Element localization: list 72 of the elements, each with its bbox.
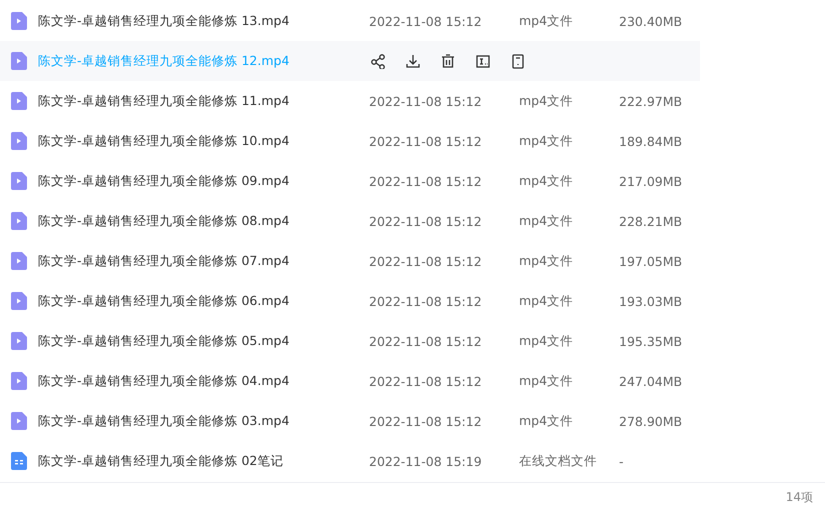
file-type: mp4文件	[519, 372, 574, 390]
file-name: 陈文学-卓越销售经理九项全能修炼 05.mp4	[38, 332, 290, 350]
file-date: 2022-11-08 15:19	[369, 454, 483, 468]
file-type: mp4文件	[519, 172, 574, 190]
file-type: mp4文件	[519, 12, 574, 30]
file-size: 247.04MB	[619, 374, 684, 388]
file-date: 2022-11-08 15:12	[369, 374, 483, 388]
file-size: 193.03MB	[619, 294, 684, 308]
file-size: 197.05MB	[619, 254, 684, 268]
file-row[interactable]: 陈文学-卓越销售经理九项全能修炼 11.mp4 2022-11-08 15:12 mp4文件 222.97MB	[0, 81, 700, 121]
file-size: 278.90MB	[619, 414, 684, 428]
share-icon[interactable]	[369, 52, 387, 70]
file-size: 217.09MB	[619, 174, 684, 188]
video-file-icon	[11, 92, 27, 110]
file-name: 陈文学-卓越销售经理九项全能修炼 03.mp4	[38, 412, 290, 430]
file-type: mp4文件	[519, 412, 574, 430]
file-row[interactable]: 陈文学-卓越销售经理九项全能修炼 07.mp4 2022-11-08 15:12 mp4文件 197.05MB	[0, 241, 700, 281]
file-row[interactable]: 陈文学-卓越销售经理九项全能修炼 02笔记 2022-11-08 15:19 在线文档文件 -	[0, 441, 700, 481]
download-icon[interactable]	[404, 52, 422, 70]
file-row[interactable]: 陈文学-卓越销售经理九项全能修炼 09.mp4 2022-11-08 15:12 mp4文件 217.09MB	[0, 161, 700, 201]
trash-icon[interactable]	[439, 52, 457, 70]
file-row[interactable]: 陈文学-卓越销售经理九项全能修炼 04.mp4 2022-11-08 15:12 mp4文件 247.04MB	[0, 361, 700, 401]
file-name: 陈文学-卓越销售经理九项全能修炼 12.mp4	[38, 52, 290, 70]
video-file-icon	[11, 372, 27, 390]
file-row[interactable]: 陈文学-卓越销售经理九项全能修炼 06.mp4 2022-11-08 15:12 mp4文件 193.03MB	[0, 281, 700, 321]
file-date: 2022-11-08 15:12	[369, 214, 483, 228]
file-name: 陈文学-卓越销售经理九项全能修炼 07.mp4	[38, 252, 290, 270]
file-type: 在线文档文件	[519, 452, 598, 470]
item-count: 14项	[786, 489, 813, 506]
video-file-icon	[11, 252, 27, 270]
file-row[interactable]: 陈文学-卓越销售经理九项全能修炼 05.mp4 2022-11-08 15:12 mp4文件 195.35MB	[0, 321, 700, 361]
video-file-icon	[11, 292, 27, 310]
file-size: -	[619, 454, 625, 468]
file-size: 222.97MB	[619, 94, 684, 108]
file-type: mp4文件	[519, 212, 574, 230]
file-date: 2022-11-08 15:12	[369, 174, 483, 188]
file-date: 2022-11-08 15:12	[369, 94, 483, 108]
file-type: mp4文件	[519, 92, 574, 110]
file-date: 2022-11-08 15:12	[369, 254, 483, 268]
video-file-icon	[11, 132, 27, 150]
video-file-icon	[11, 412, 27, 430]
file-size: 230.40MB	[619, 14, 684, 28]
file-date: 2022-11-08 15:12	[369, 14, 483, 28]
file-row[interactable]: 陈文学-卓越销售经理九项全能修炼 03.mp4 2022-11-08 15:12 mp4文件 278.90MB	[0, 401, 700, 441]
file-row[interactable]: 陈文学-卓越销售经理九项全能修炼 10.mp4 2022-11-08 15:12 mp4文件 189.84MB	[0, 121, 700, 161]
file-name: 陈文学-卓越销售经理九项全能修炼 04.mp4	[38, 372, 290, 390]
file-date: 2022-11-08 15:12	[369, 134, 483, 148]
file-type: mp4文件	[519, 252, 574, 270]
file-name: 陈文学-卓越销售经理九项全能修炼 11.mp4	[38, 92, 290, 110]
video-file-icon	[11, 52, 27, 70]
file-name: 陈文学-卓越销售经理九项全能修炼 06.mp4	[38, 292, 290, 310]
file-size: 195.35MB	[619, 334, 684, 348]
file-name: 陈文学-卓越销售经理九项全能修炼 08.mp4	[38, 212, 290, 230]
file-date: 2022-11-08 15:12	[369, 414, 483, 428]
file-name: 陈文学-卓越销售经理九项全能修炼 09.mp4	[38, 172, 290, 190]
video-file-icon	[11, 12, 27, 30]
file-size: 189.84MB	[619, 134, 684, 148]
file-type: mp4文件	[519, 292, 574, 310]
file-name: 陈文学-卓越销售经理九项全能修炼 02笔记	[38, 452, 284, 470]
file-date: 2022-11-08 15:12	[369, 334, 483, 348]
file-name: 陈文学-卓越销售经理九项全能修炼 13.mp4	[38, 12, 290, 30]
video-file-icon	[11, 212, 27, 230]
file-size: 228.21MB	[619, 214, 684, 228]
video-file-icon	[11, 332, 27, 350]
file-name: 陈文学-卓越销售经理九项全能修炼 10.mp4	[38, 132, 290, 150]
video-file-icon	[11, 172, 27, 190]
file-type: mp4文件	[519, 132, 574, 150]
file-row[interactable]: 陈文学-卓越销售经理九项全能修炼 08.mp4 2022-11-08 15:12 mp4文件 228.21MB	[0, 201, 700, 241]
file-date: 2022-11-08 15:12	[369, 294, 483, 308]
document-file-icon	[11, 452, 27, 470]
file-type: mp4文件	[519, 332, 574, 350]
file-row[interactable]: 陈文学-卓越销售经理九项全能修炼 13.mp4 2022-11-08 15:12 mp4文件 230.40MB	[0, 1, 700, 41]
